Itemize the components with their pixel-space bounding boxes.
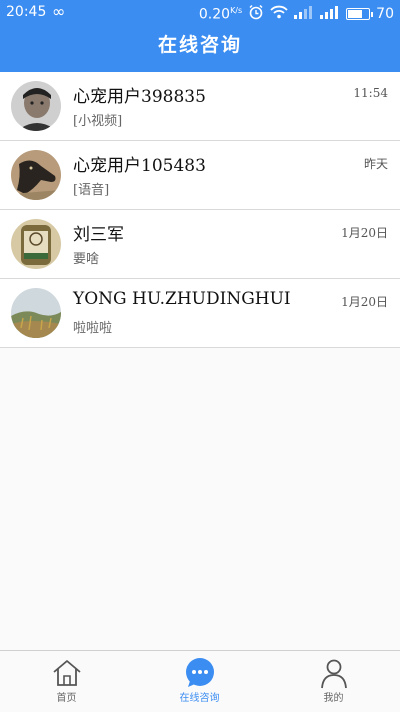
tab-label: 我的 (323, 693, 344, 704)
contact-name: 刘三军 (73, 225, 124, 245)
status-bar: 20:45 ∞ 0.20K/s 70 (0, 0, 400, 26)
conversation-item[interactable]: 刘三军 要啥 1月20日 (0, 210, 400, 279)
battery-icon (346, 8, 374, 20)
avatar[interactable] (11, 150, 61, 200)
message-time: 11:54 (353, 86, 388, 100)
contact-name: YONG HU.ZHUDINGHUI (73, 289, 291, 309)
status-indicators: 0.20K/s 70 (199, 4, 394, 24)
message-preview: [语音] (73, 183, 110, 198)
alarm-icon (248, 4, 264, 24)
chat-icon (184, 657, 216, 689)
avatar[interactable] (11, 81, 61, 131)
wifi-icon (270, 5, 288, 23)
avatar[interactable] (11, 219, 61, 269)
message-time: 1月20日 (341, 226, 388, 240)
message-preview: [小视频] (73, 114, 123, 129)
network-speed-unit: K/s (230, 5, 243, 15)
tab-label: 在线咨询 (179, 693, 220, 704)
network-speed: 0.20K/s (199, 6, 242, 23)
tab-label: 首页 (56, 693, 77, 704)
conversation-item[interactable]: YONG HU.ZHUDINGHUI 啦啦啦 1月20日 (0, 279, 400, 348)
status-time: 20:45 (6, 4, 47, 20)
page-title: 在线咨询 (157, 34, 242, 56)
tab-home[interactable]: 首页 (0, 651, 133, 712)
home-icon (51, 657, 83, 689)
message-time: 1月20日 (341, 295, 388, 309)
bottom-tab-bar: 首页 在线咨询 我的 (0, 650, 400, 712)
infinity-icon: ∞ (52, 2, 66, 21)
conversation-item[interactable]: 心宠用户105483 [语音] 昨天 (0, 141, 400, 210)
avatar[interactable] (11, 288, 61, 338)
signal-icon-1 (294, 5, 314, 23)
conversation-item[interactable]: 心宠用户398835 [小视频] 11:54 (0, 72, 400, 141)
tab-mine[interactable]: 我的 (267, 651, 400, 712)
contact-name: 心宠用户105483 (73, 156, 206, 176)
battery-level: 70 (376, 6, 394, 22)
tab-consult[interactable]: 在线咨询 (133, 651, 266, 712)
user-icon (318, 657, 350, 689)
message-preview: 啦啦啦 (73, 321, 113, 336)
signal-icon-2 (320, 5, 340, 23)
contact-name: 心宠用户398835 (73, 87, 206, 107)
message-time: 昨天 (363, 157, 388, 171)
conversation-list: 心宠用户398835 [小视频] 11:54 心宠用户105483 [语音] 昨… (0, 72, 400, 348)
message-preview: 要啥 (73, 252, 100, 267)
network-speed-value: 0.20 (198, 6, 231, 23)
